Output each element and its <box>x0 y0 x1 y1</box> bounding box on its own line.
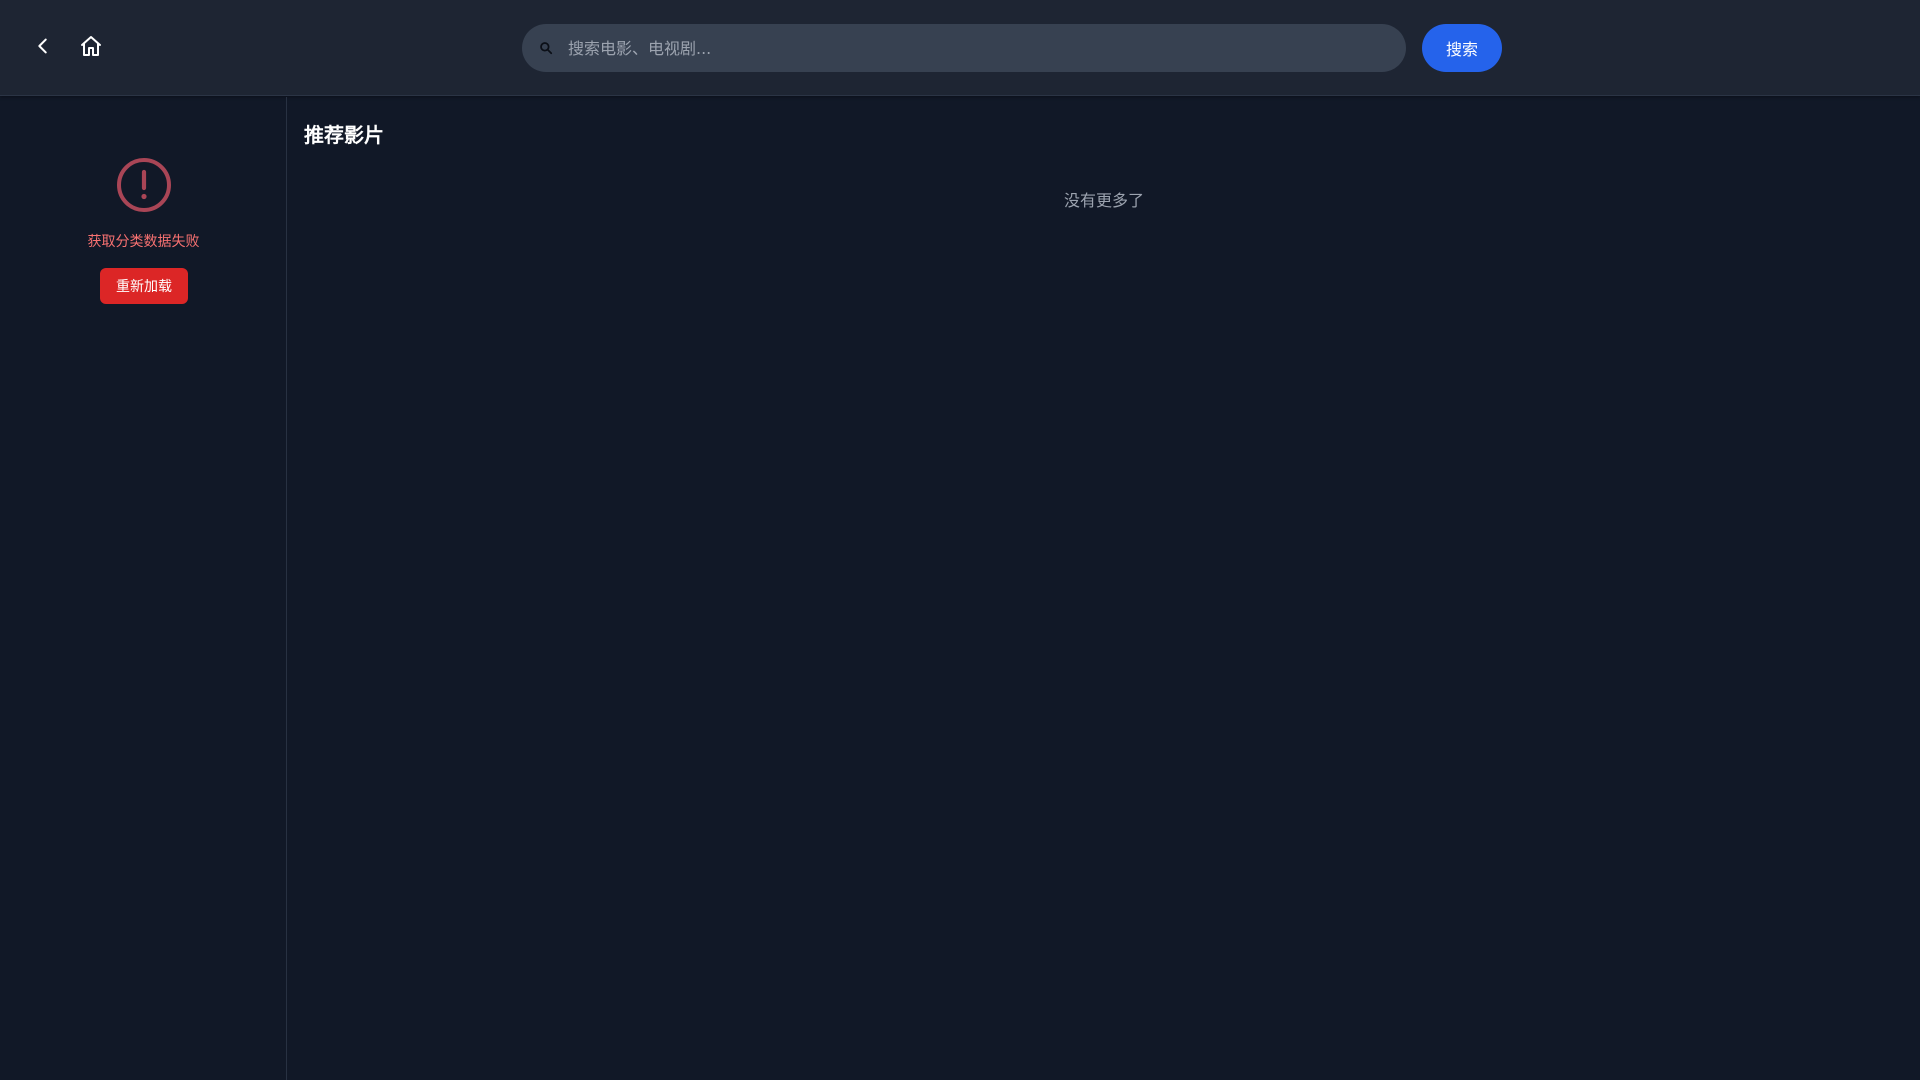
search-button[interactable]: 搜索 <box>1422 24 1502 72</box>
search-icon <box>538 40 554 56</box>
category-sidebar: 获取分类数据失败 重新加载 <box>0 97 287 1080</box>
main-content: 推荐影片 没有更多了 <box>288 97 1920 1080</box>
home-button[interactable] <box>73 28 109 64</box>
home-icon <box>81 36 101 56</box>
reload-button[interactable]: 重新加载 <box>100 268 188 304</box>
chevron-left-icon <box>38 38 47 54</box>
back-button[interactable] <box>25 28 61 64</box>
top-bar: 搜索 <box>0 0 1920 96</box>
error-message: 获取分类数据失败 <box>87 234 200 250</box>
no-more-text: 没有更多了 <box>1063 191 1144 210</box>
search-input[interactable] <box>568 24 1386 72</box>
search-bar <box>522 24 1406 72</box>
section-title: 推荐影片 <box>304 123 384 147</box>
exclamation-circle-icon <box>117 158 171 212</box>
